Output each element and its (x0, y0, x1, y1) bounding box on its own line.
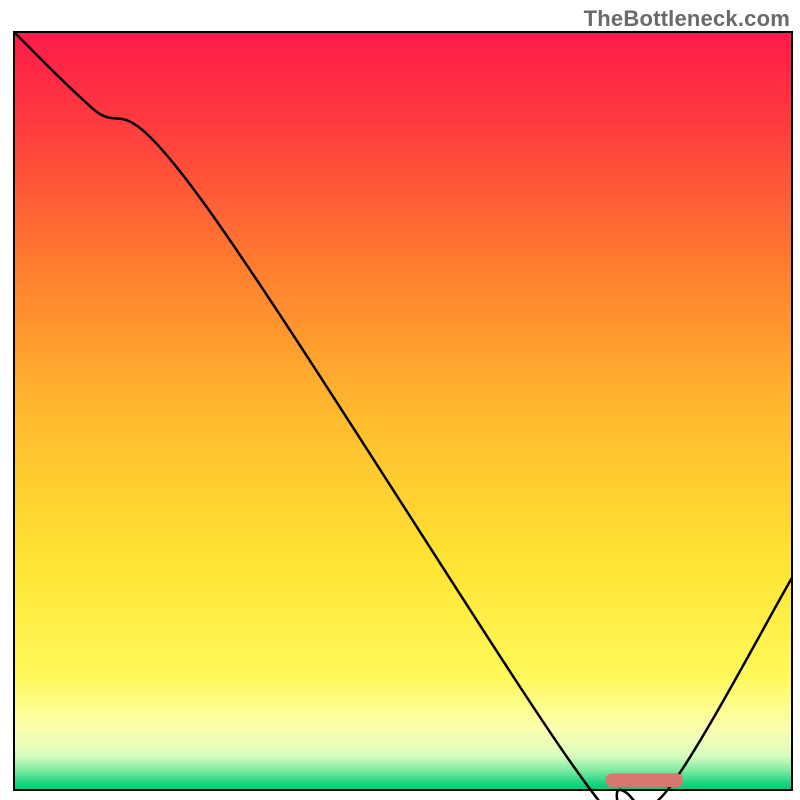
bottleneck-chart (0, 0, 800, 800)
chart-container: TheBottleneck.com (0, 0, 800, 800)
plot-background (14, 32, 792, 790)
watermark-text: TheBottleneck.com (584, 6, 790, 32)
optimal-marker (605, 773, 683, 787)
